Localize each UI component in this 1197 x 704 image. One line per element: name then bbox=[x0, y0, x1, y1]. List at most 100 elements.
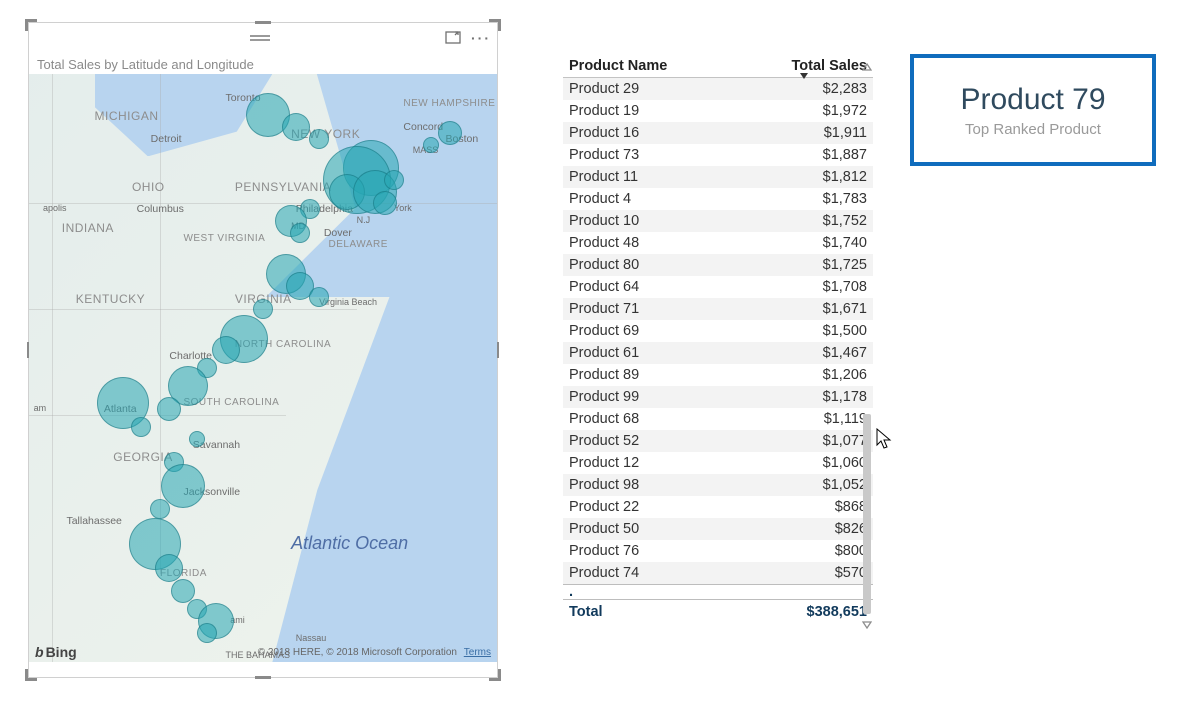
scroll-down-icon[interactable] bbox=[860, 618, 874, 632]
cell-sales: $800 bbox=[736, 540, 873, 562]
more-options-icon[interactable]: ··· bbox=[471, 30, 491, 46]
map-bubble[interactable] bbox=[373, 191, 397, 215]
map-bubble[interactable] bbox=[438, 121, 462, 145]
scroll-thumb[interactable] bbox=[863, 414, 871, 614]
cell-sales: $1,911 bbox=[736, 122, 873, 144]
map-bubble[interactable] bbox=[189, 431, 205, 447]
cell-sales: $1,740 bbox=[736, 232, 873, 254]
table-row[interactable]: Product 50$826 bbox=[563, 518, 873, 540]
card-value: Product 79 bbox=[960, 83, 1105, 117]
table-row[interactable]: Product 48$1,740 bbox=[563, 232, 873, 254]
map-bubble[interactable] bbox=[212, 336, 240, 364]
map-bubble[interactable] bbox=[253, 299, 273, 319]
cell-product: Product 19 bbox=[563, 100, 736, 122]
table-row[interactable]: Product 71$1,671 bbox=[563, 298, 873, 320]
cell-product: Product 10 bbox=[563, 210, 736, 232]
map-bubble[interactable] bbox=[423, 137, 439, 153]
table-row[interactable]: Product 10$1,752 bbox=[563, 210, 873, 232]
col-header-product[interactable]: Product Name bbox=[563, 54, 736, 78]
table-row[interactable]: Product 52$1,077 bbox=[563, 430, 873, 452]
resize-handle-tl[interactable] bbox=[25, 19, 37, 31]
col-header-sales[interactable]: Total Sales bbox=[736, 54, 873, 78]
table-row[interactable]: Product 80$1,725 bbox=[563, 254, 873, 276]
resize-handle-bl[interactable] bbox=[25, 669, 37, 681]
cell-product: Product 4 bbox=[563, 188, 736, 210]
cell-sales: $1,972 bbox=[736, 100, 873, 122]
cell-sales: $1,060 bbox=[736, 452, 873, 474]
table-row[interactable]: Product 22$868 bbox=[563, 496, 873, 518]
table-scrollbar[interactable] bbox=[860, 60, 874, 635]
cell-sales: $1,206 bbox=[736, 364, 873, 386]
table-row[interactable]: Product 74$570 bbox=[563, 562, 873, 585]
table-row[interactable]: Product 64$1,708 bbox=[563, 276, 873, 298]
map-bubble[interactable] bbox=[131, 417, 151, 437]
top-product-card[interactable]: Product 79 Top Ranked Product bbox=[910, 54, 1156, 166]
cell-product: Product 50 bbox=[563, 518, 736, 540]
map-bubble[interactable] bbox=[309, 287, 329, 307]
sales-table: Product Name Total Sales Product 29$2,28… bbox=[563, 54, 873, 624]
cell-product: Product 29 bbox=[563, 78, 736, 101]
table-row[interactable]: Product 61$1,467 bbox=[563, 342, 873, 364]
cell-product: Product 71 bbox=[563, 298, 736, 320]
drag-handle-icon[interactable] bbox=[250, 35, 270, 41]
map-bubble[interactable] bbox=[150, 499, 170, 519]
scroll-up-icon[interactable] bbox=[860, 60, 874, 74]
table-row[interactable]: Product 76$800 bbox=[563, 540, 873, 562]
cell-product: Product 89 bbox=[563, 364, 736, 386]
cell-sales: $1,052 bbox=[736, 474, 873, 496]
cell-sales: $2,283 bbox=[736, 78, 873, 101]
cell-product: Product 64 bbox=[563, 276, 736, 298]
table-row[interactable]: Product 69$1,500 bbox=[563, 320, 873, 342]
resize-handle-bottom[interactable] bbox=[255, 676, 271, 679]
cell-product: Product 76 bbox=[563, 540, 736, 562]
cell-product: Product 68 bbox=[563, 408, 736, 430]
cell-product: Product 69 bbox=[563, 320, 736, 342]
cell-product: Product 99 bbox=[563, 386, 736, 408]
map-bubble[interactable] bbox=[157, 397, 181, 421]
map-bubble[interactable] bbox=[155, 554, 183, 582]
table-row[interactable]: Product 16$1,911 bbox=[563, 122, 873, 144]
map-bubble[interactable] bbox=[197, 623, 217, 643]
table-row[interactable]: Product 19$1,972 bbox=[563, 100, 873, 122]
cell-product: Product 11 bbox=[563, 166, 736, 188]
cell-sales: $1,887 bbox=[736, 144, 873, 166]
table-row[interactable]: Product 98$1,052 bbox=[563, 474, 873, 496]
map-canvas[interactable]: MICHIGANOHIOINDIANAWEST VIRGINIAPENNSYLV… bbox=[29, 74, 497, 662]
table-row[interactable]: Product 89$1,206 bbox=[563, 364, 873, 386]
table-row[interactable]: Product 12$1,060 bbox=[563, 452, 873, 474]
cell-sales: $1,119 bbox=[736, 408, 873, 430]
cell-sales: $868 bbox=[736, 496, 873, 518]
map-bubble[interactable] bbox=[282, 113, 310, 141]
table-row[interactable]: Product 68$1,119 bbox=[563, 408, 873, 430]
map-footer: bBing © 2018 HERE, © 2018 Microsoft Corp… bbox=[29, 642, 497, 662]
cell-sales: $1,178 bbox=[736, 386, 873, 408]
map-bubble[interactable] bbox=[290, 223, 310, 243]
cell-sales: $1,671 bbox=[736, 298, 873, 320]
resize-handle-br[interactable] bbox=[489, 669, 501, 681]
table-row[interactable]: Product 29$2,283 bbox=[563, 78, 873, 101]
table-row[interactable]: Product 99$1,178 bbox=[563, 386, 873, 408]
map-bubble[interactable] bbox=[309, 129, 329, 149]
terms-link[interactable]: Terms bbox=[464, 647, 491, 658]
table-row[interactable]: Product 4$1,783 bbox=[563, 188, 873, 210]
cell-product: Product 52 bbox=[563, 430, 736, 452]
table-row[interactable]: Product 73$1,887 bbox=[563, 144, 873, 166]
cell-sales: $1,467 bbox=[736, 342, 873, 364]
table-row[interactable]: Product 11$1,812 bbox=[563, 166, 873, 188]
total-label: Total bbox=[563, 600, 736, 625]
resize-handle-top[interactable] bbox=[255, 21, 271, 24]
map-bubble[interactable] bbox=[161, 464, 205, 508]
focus-mode-icon[interactable] bbox=[445, 30, 461, 46]
table-visual[interactable]: Product Name Total Sales Product 29$2,28… bbox=[563, 54, 873, 624]
map-visual[interactable]: ··· Total Sales by Latitude and Longitud… bbox=[28, 22, 498, 678]
cell-product: Product 12 bbox=[563, 452, 736, 474]
total-value: $388,651 bbox=[736, 600, 873, 625]
scroll-track[interactable] bbox=[863, 76, 871, 616]
sort-desc-icon bbox=[800, 73, 808, 79]
cell-sales: $826 bbox=[736, 518, 873, 540]
map-bubble[interactable] bbox=[384, 170, 404, 190]
resize-handle-tr[interactable] bbox=[489, 19, 501, 31]
map-attribution: © 2018 HERE, © 2018 Microsoft Corporatio… bbox=[258, 647, 457, 658]
cell-sales: $570 bbox=[736, 562, 873, 585]
cell-product: Product 80 bbox=[563, 254, 736, 276]
